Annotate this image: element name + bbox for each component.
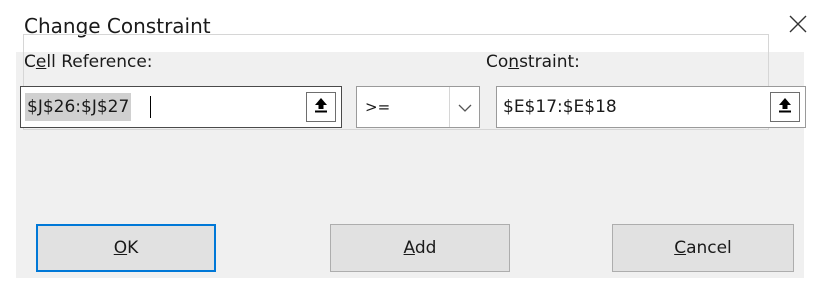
- cancel-button-label: Cancel: [674, 238, 732, 258]
- operator-value: >=: [365, 98, 391, 116]
- add-button-label: Add: [403, 238, 437, 258]
- constraint-input[interactable]: $E$17:$E$18: [496, 86, 806, 128]
- cell-reference-selection: $J$26:$J$27: [25, 93, 132, 121]
- chevron-down-icon: [458, 98, 472, 117]
- constraint-value: $E$17:$E$18: [503, 97, 617, 117]
- constraint-collapse-button[interactable]: [770, 92, 800, 122]
- cell-reference-collapse-button[interactable]: [306, 92, 336, 122]
- cell-reference-input[interactable]: $J$26:$J$27: [20, 86, 342, 128]
- close-button[interactable]: [780, 6, 816, 46]
- collapse-dialog-icon: [778, 97, 792, 117]
- operator-dropdown-arrow[interactable]: [449, 87, 479, 127]
- collapse-dialog-icon: [314, 97, 328, 117]
- cell-reference-label: Cell Reference:: [24, 52, 153, 72]
- add-button[interactable]: Add: [330, 224, 510, 272]
- close-icon: [789, 15, 807, 37]
- cancel-button[interactable]: Cancel: [612, 224, 794, 272]
- operator-dropdown[interactable]: >=: [356, 86, 480, 128]
- ok-button[interactable]: OK: [36, 224, 216, 272]
- constraint-label: Constraint:: [486, 52, 580, 72]
- ok-button-label: OK: [113, 238, 139, 258]
- cell-reference-value: $J$26:$J$27: [27, 97, 130, 117]
- text-caret: [150, 96, 151, 118]
